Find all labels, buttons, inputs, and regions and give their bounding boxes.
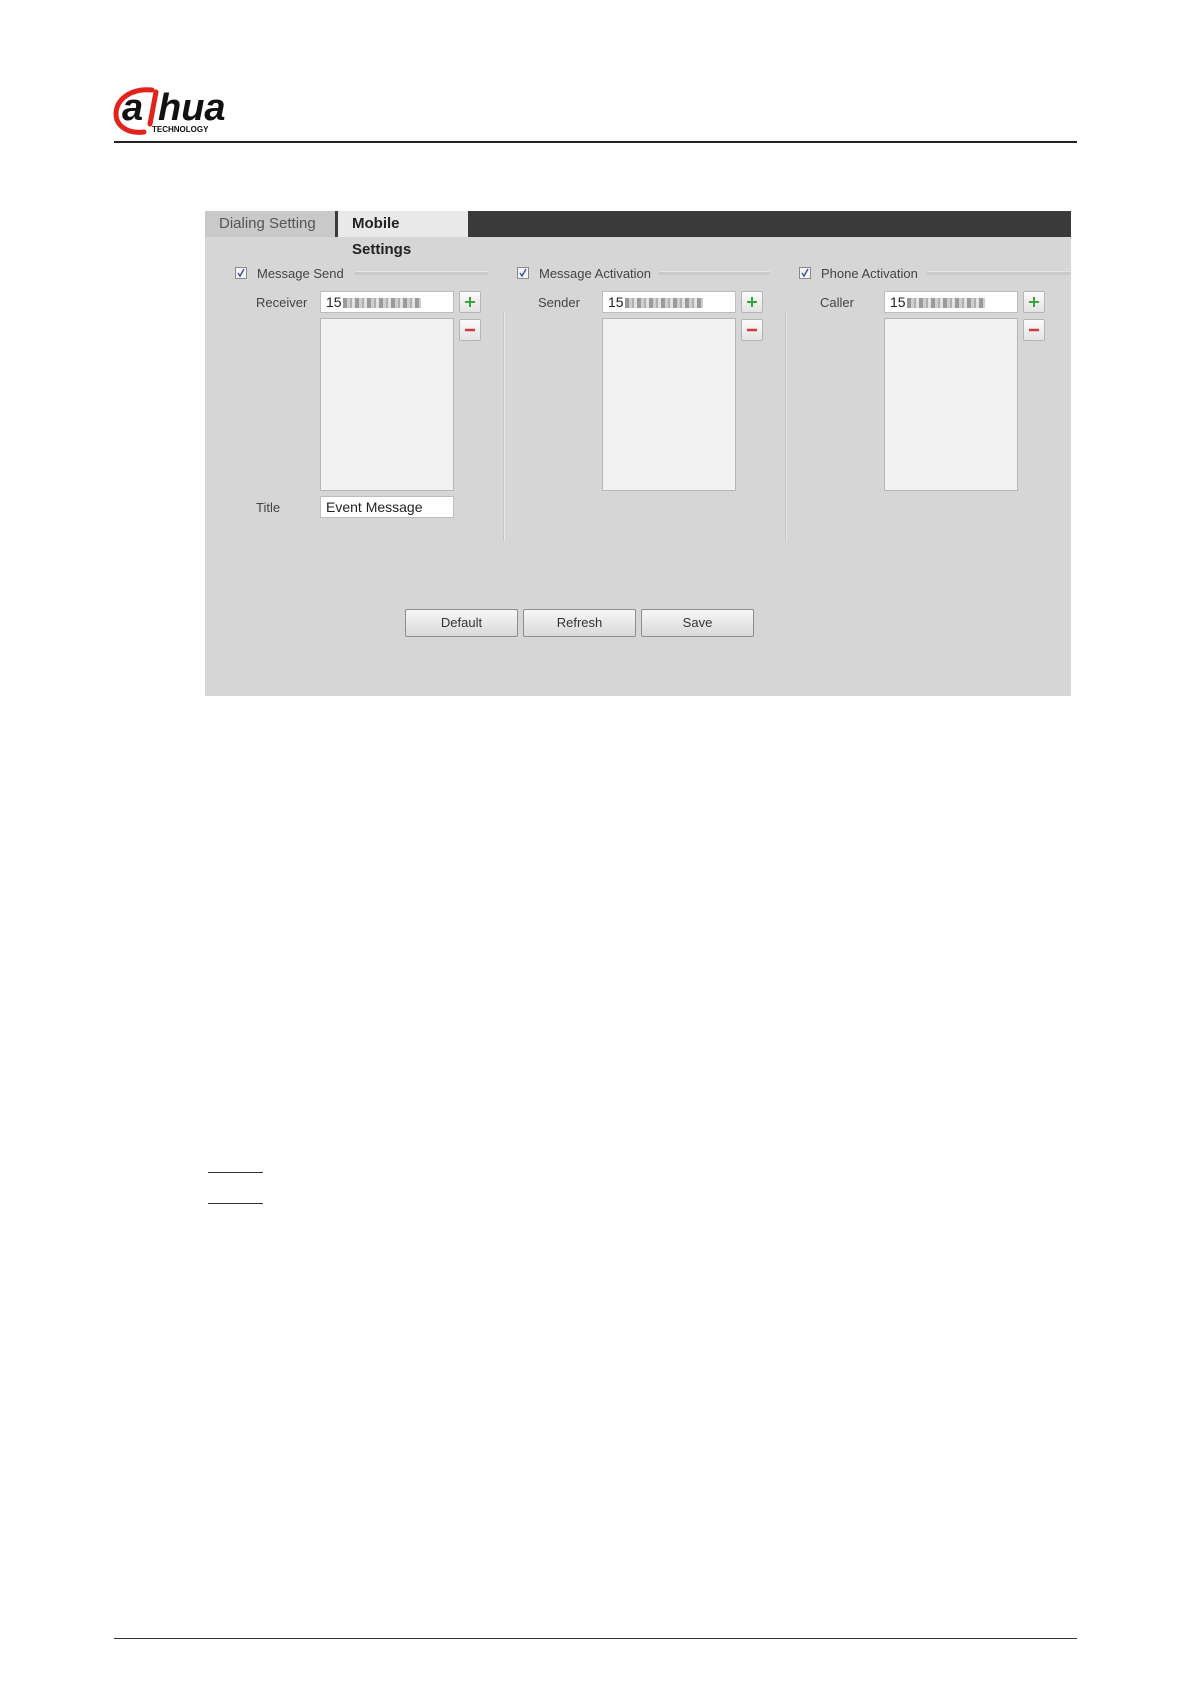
refresh-button[interactable]: Refresh (523, 609, 636, 637)
tab-bar: Dialing Setting Mobile Settings (205, 211, 1071, 258)
remove-receiver-button[interactable] (459, 319, 481, 341)
plus-icon (747, 297, 757, 307)
remove-caller-button[interactable] (1023, 319, 1045, 341)
receiver-input[interactable]: 15 (320, 291, 454, 313)
svg-text:TECHNOLOGY: TECHNOLOGY (152, 125, 209, 134)
redacted-number (906, 298, 985, 309)
minus-icon (1029, 328, 1039, 332)
receiver-value: 15 (326, 294, 342, 310)
section-rule (659, 271, 770, 275)
title-label: Title (256, 500, 281, 515)
mobile-settings-panel: Dialing Setting Mobile Settings Message … (205, 211, 1071, 696)
caller-value: 15 (890, 294, 906, 310)
redacted-number (624, 298, 703, 309)
header-divider (114, 141, 1077, 143)
receiver-label: Receiver (256, 295, 308, 310)
note-rule (208, 1172, 263, 1173)
default-button[interactable]: Default (405, 609, 518, 637)
remove-sender-button[interactable] (741, 319, 763, 341)
sender-value: 15 (608, 294, 624, 310)
sender-input[interactable]: 15 (602, 291, 736, 313)
add-sender-button[interactable] (741, 291, 763, 313)
caller-label: Caller (820, 295, 854, 310)
phone-activation-header: Phone Activation (799, 263, 918, 283)
sender-list[interactable] (602, 318, 736, 491)
phone-activation-checkbox[interactable] (799, 267, 811, 279)
svg-text:hua: hua (158, 87, 226, 129)
message-send-checkbox[interactable] (235, 267, 247, 279)
checkmark-icon (801, 268, 809, 278)
checkmark-icon (519, 268, 527, 278)
svg-text:a: a (122, 87, 143, 129)
message-activation-checkbox[interactable] (517, 267, 529, 279)
message-activation-label: Message Activation (539, 265, 652, 281)
dahua-logo: a hua TECHNOLOGY (112, 84, 272, 136)
save-button[interactable]: Save (641, 609, 754, 637)
minus-icon (747, 328, 757, 332)
phone-activation-label: Phone Activation (821, 265, 918, 281)
message-send-header: Message Send (235, 263, 344, 283)
sender-label: Sender (538, 295, 580, 310)
plus-icon (1029, 297, 1039, 307)
plus-icon (465, 297, 475, 307)
message-activation-header: Message Activation (517, 263, 651, 283)
section-rule (927, 271, 1071, 275)
add-caller-button[interactable] (1023, 291, 1045, 313)
tab-mobile-settings[interactable]: Mobile Settings (338, 211, 468, 258)
caller-input[interactable]: 15 (884, 291, 1018, 313)
caller-list[interactable] (884, 318, 1018, 491)
column-divider (785, 311, 786, 541)
receiver-list[interactable] (320, 318, 454, 491)
tab-dialing-setting[interactable]: Dialing Setting (205, 211, 335, 237)
section-rule (355, 271, 488, 275)
minus-icon (465, 328, 475, 332)
note-rule (208, 1203, 263, 1204)
title-input[interactable]: Event Message (320, 496, 454, 518)
footer-divider (114, 1638, 1077, 1639)
column-divider (503, 311, 504, 541)
add-receiver-button[interactable] (459, 291, 481, 313)
checkmark-icon (237, 268, 245, 278)
message-send-label: Message Send (257, 265, 344, 281)
redacted-number (342, 298, 421, 309)
